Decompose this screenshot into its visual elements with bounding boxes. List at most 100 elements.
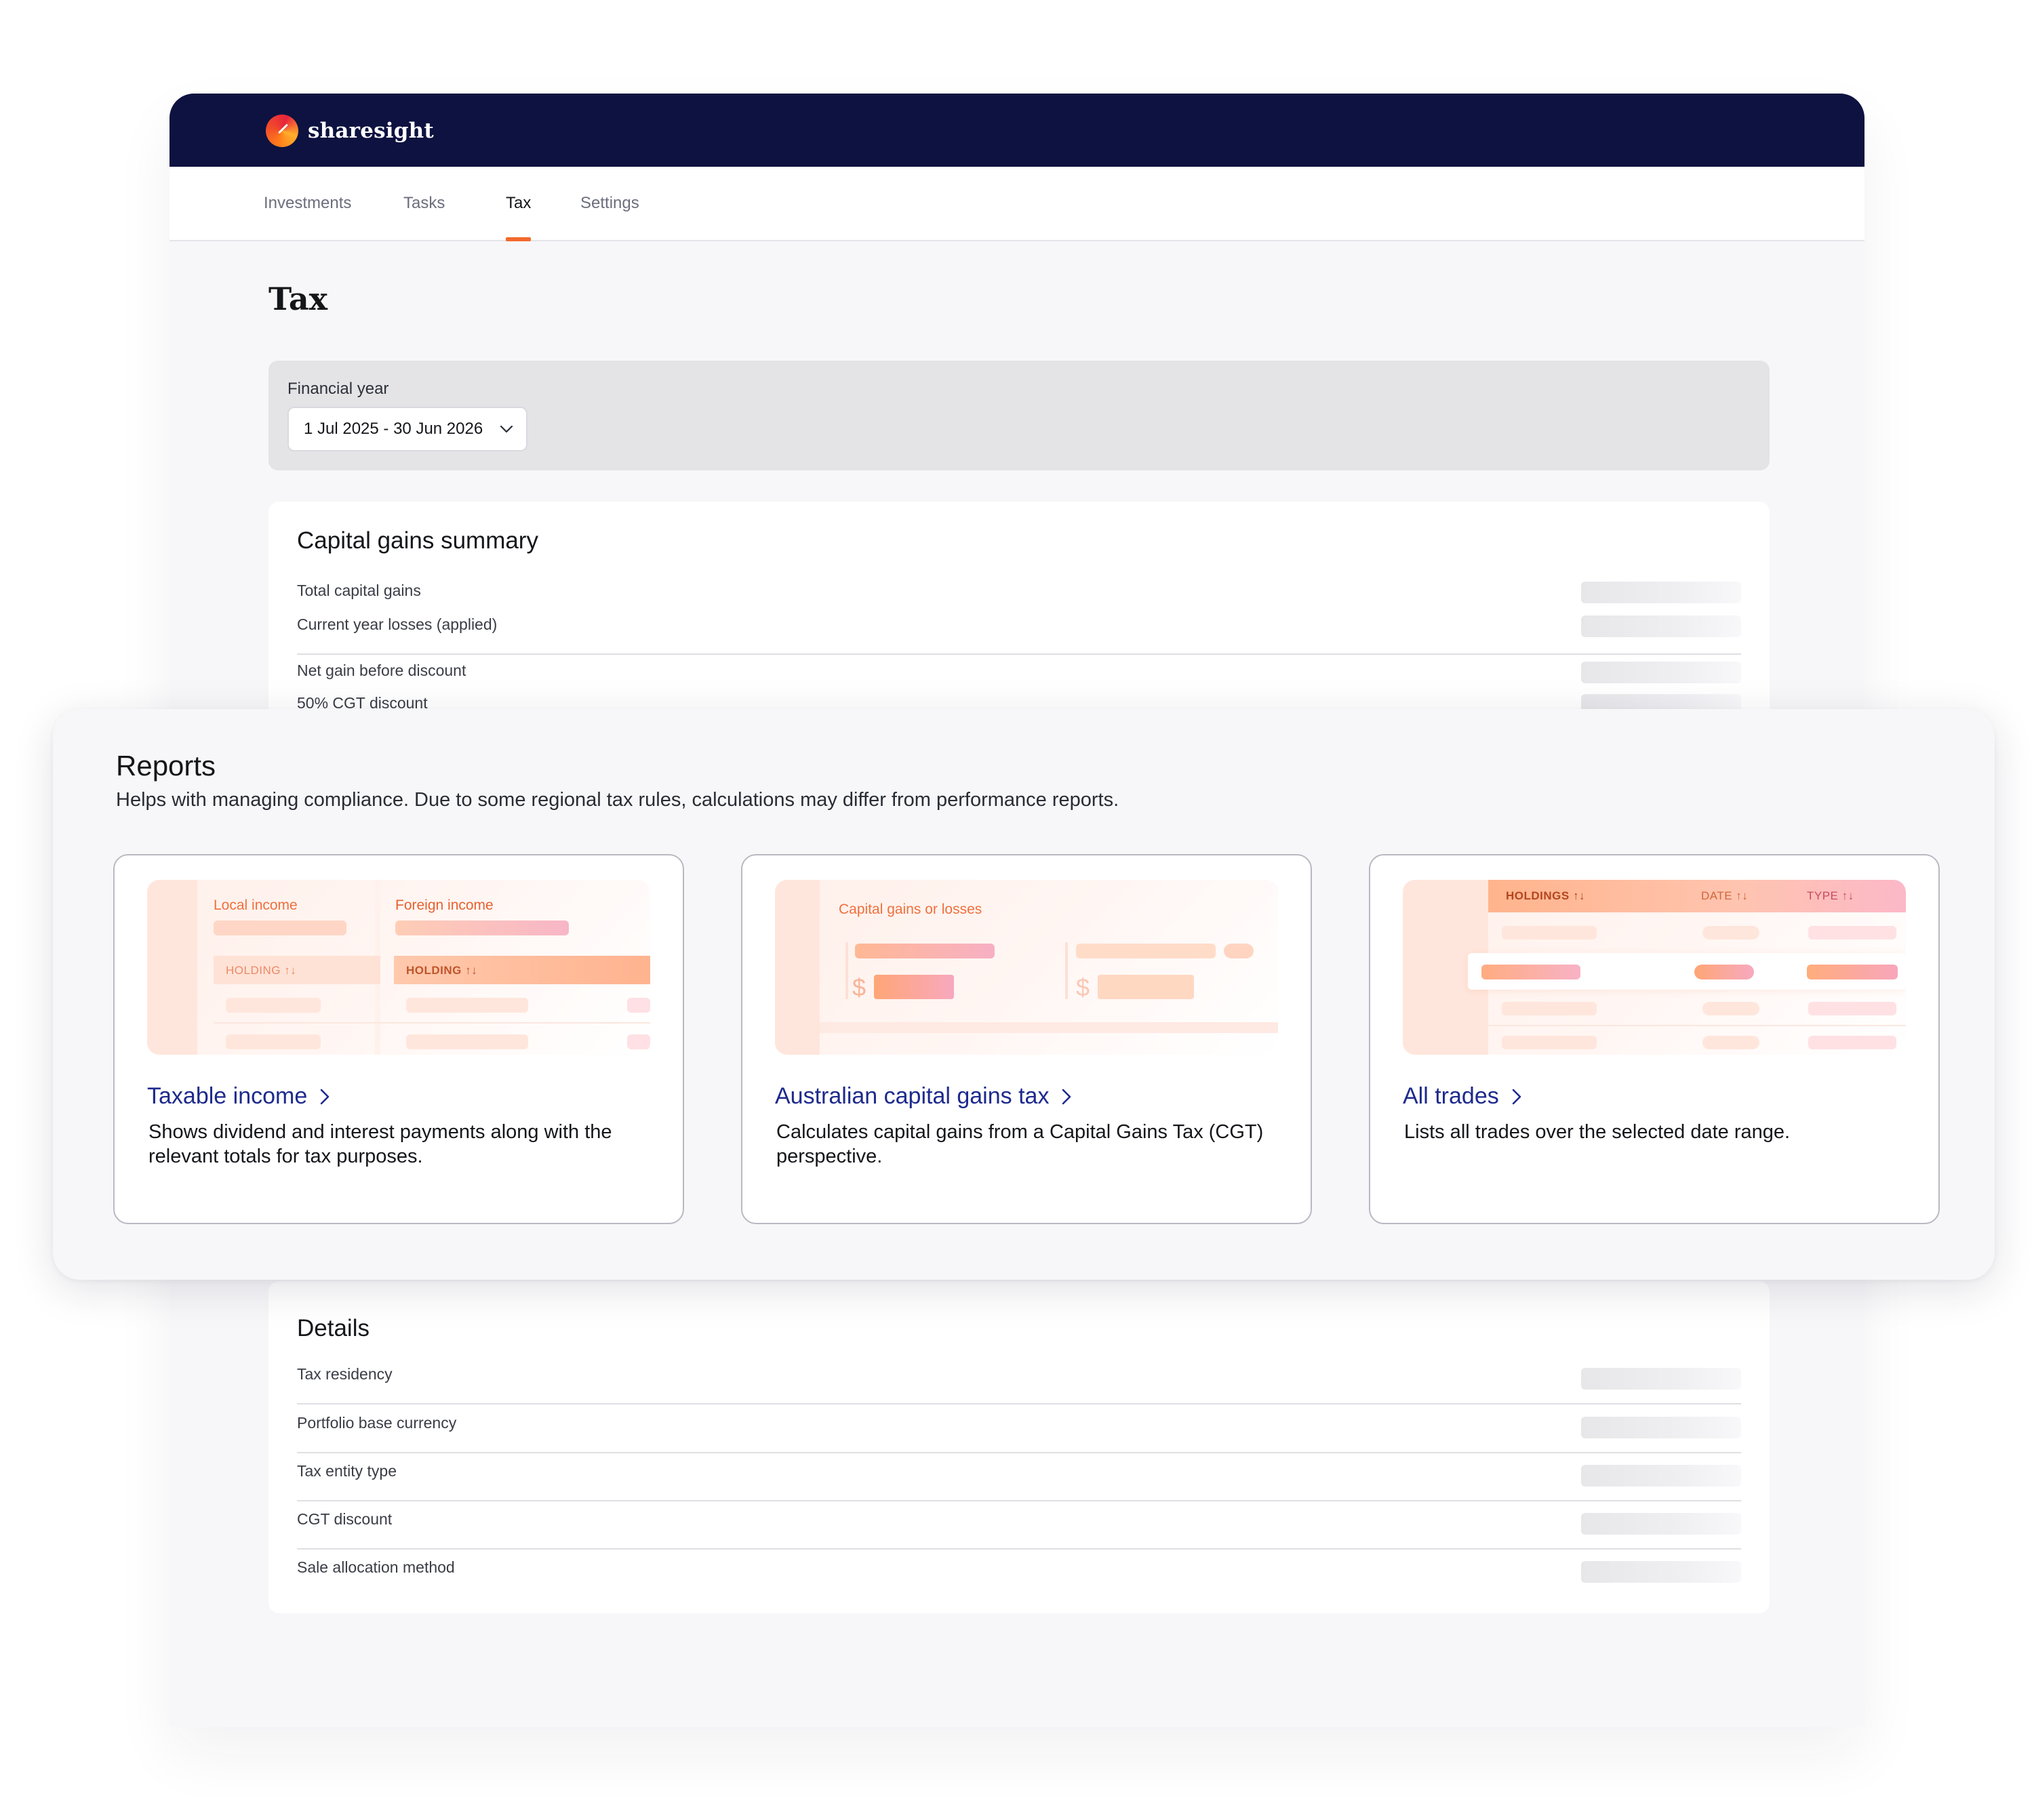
preview-bar xyxy=(1808,926,1896,939)
tab-tasks[interactable]: Tasks xyxy=(403,167,445,240)
australian-cgt-link[interactable]: Australian capital gains tax xyxy=(775,1083,1072,1110)
financial-year-label: Financial year xyxy=(287,380,389,398)
australian-cgt-link-label: Australian capital gains tax xyxy=(775,1083,1050,1109)
preview-label: Foreign income xyxy=(395,897,494,913)
preview-sidebar xyxy=(775,880,820,1055)
all-trades-link-label: All trades xyxy=(1403,1083,1499,1109)
summary-row-label: Net gain before discount xyxy=(297,662,466,679)
preview-bar xyxy=(627,1034,650,1049)
value-skeleton xyxy=(1581,1417,1741,1438)
preview-column-header-text: DATE ↑↓ xyxy=(1701,889,1749,902)
reports-title: Reports xyxy=(116,750,216,782)
taxable-income-preview: Local income Foreign income HOLDING ↑↓ H… xyxy=(147,880,650,1055)
preview-bar xyxy=(214,921,346,935)
divider xyxy=(297,653,1741,655)
all-trades-preview: HOLDINGS ↑↓ DATE ↑↓ TYPE ↑↓ xyxy=(1403,880,1906,1055)
report-card-australian-cgt[interactable]: Capital gains or losses $ $ Australian c… xyxy=(741,854,1312,1224)
cgt-preview: Capital gains or losses $ $ xyxy=(775,880,1278,1055)
preview-bar xyxy=(1702,1036,1759,1049)
preview-footer-bar xyxy=(820,1022,1278,1033)
tab-settings[interactable]: Settings xyxy=(580,167,639,240)
chevron-down-icon xyxy=(500,425,513,433)
preview-bar xyxy=(1702,1002,1759,1015)
sharesight-logo-icon xyxy=(266,115,298,147)
australian-cgt-description: Calculates capital gains from a Capital … xyxy=(776,1121,1264,1167)
all-trades-description: Lists all trades over the selected date … xyxy=(1404,1121,1791,1143)
details-card: Details Tax residency Portfolio base cur… xyxy=(268,1281,1770,1613)
taxable-income-description: Shows dividend and interest payments alo… xyxy=(148,1121,612,1167)
summary-row-label: Current year losses (applied) xyxy=(297,615,498,633)
summary-row-label: Total capital gains xyxy=(297,582,421,599)
preview-bar xyxy=(1808,1002,1896,1015)
preview-bar xyxy=(395,921,569,935)
preview-bar xyxy=(855,944,995,958)
app-header: sharesight xyxy=(170,94,1865,167)
financial-year-panel: Financial year 1 Jul 2025 - 30 Jun 2026 xyxy=(268,361,1770,470)
financial-year-select[interactable]: 1 Jul 2025 - 30 Jun 2026 xyxy=(287,407,527,451)
taxable-income-link-label: Taxable income xyxy=(147,1083,308,1109)
details-row-label: Portfolio base currency xyxy=(297,1414,457,1432)
preview-column-header-text: HOLDING ↑↓ xyxy=(226,964,297,977)
preview-bar xyxy=(1694,965,1754,979)
brand-name: sharesight xyxy=(308,119,434,143)
preview-value-bar xyxy=(874,975,954,999)
preview-row-divider xyxy=(214,1022,650,1024)
chevron-right-icon xyxy=(320,1089,330,1104)
divider xyxy=(297,1452,1741,1453)
preview-column-header-text: HOLDING ↑↓ xyxy=(406,964,478,977)
preview-bar xyxy=(1076,944,1216,958)
divider xyxy=(297,1548,1741,1550)
chevron-right-icon xyxy=(1062,1089,1071,1104)
preview-bar xyxy=(1807,965,1898,979)
preview-bar xyxy=(1502,1002,1597,1015)
preview-value-bar xyxy=(1098,975,1194,999)
preview-column-header-text: HOLDINGS ↑↓ xyxy=(1506,889,1585,902)
preview-column-header-text: TYPE ↑↓ xyxy=(1807,889,1854,902)
preview-bar xyxy=(406,1034,528,1049)
preview-sidebar xyxy=(147,880,197,1055)
financial-year-value: 1 Jul 2025 - 30 Jun 2026 xyxy=(304,420,483,438)
value-skeleton xyxy=(1581,1465,1741,1487)
details-row-label: CGT discount xyxy=(297,1510,393,1528)
value-skeleton xyxy=(1581,1513,1741,1535)
details-row-label: Tax entity type xyxy=(297,1462,397,1480)
logo[interactable]: sharesight xyxy=(266,114,434,148)
taxable-income-link[interactable]: Taxable income xyxy=(147,1083,330,1110)
currency-symbol: $ xyxy=(1076,973,1090,1001)
all-trades-link[interactable]: All trades xyxy=(1403,1083,1522,1110)
report-card-taxable-income[interactable]: Local income Foreign income HOLDING ↑↓ H… xyxy=(113,854,684,1224)
tab-investments[interactable]: Investments xyxy=(264,167,351,240)
preview-pill xyxy=(1224,944,1254,958)
details-row-label: Tax residency xyxy=(297,1365,393,1383)
preview-bar xyxy=(1481,965,1580,979)
preview-bar xyxy=(406,998,528,1013)
preview-row-divider xyxy=(1488,1025,1906,1026)
report-card-all-trades[interactable]: HOLDINGS ↑↓ DATE ↑↓ TYPE ↑↓ All trades L… xyxy=(1369,854,1940,1224)
details-row-label: Sale allocation method xyxy=(297,1558,455,1576)
preview-label: Local income xyxy=(214,897,298,913)
capital-gains-summary-title: Capital gains summary xyxy=(297,527,538,554)
tab-tax[interactable]: Tax xyxy=(506,167,532,241)
preview-bar xyxy=(627,998,650,1013)
reports-panel: Reports Helps with managing compliance. … xyxy=(53,709,1995,1280)
reports-subtitle: Helps with managing compliance. Due to s… xyxy=(116,789,1119,811)
preview-bar xyxy=(1502,926,1597,939)
value-skeleton xyxy=(1581,582,1741,603)
preview-label: Capital gains or losses xyxy=(839,902,982,917)
preview-bar xyxy=(1808,1036,1896,1049)
value-skeleton xyxy=(1581,1368,1741,1390)
divider xyxy=(297,1500,1741,1501)
value-skeleton xyxy=(1581,1561,1741,1583)
chevron-right-icon xyxy=(1512,1089,1521,1104)
divider xyxy=(297,1403,1741,1404)
value-skeleton xyxy=(1581,615,1741,637)
preview-bar xyxy=(1502,1036,1597,1049)
details-title: Details xyxy=(297,1315,370,1341)
preview-divider xyxy=(845,942,848,999)
main-nav: Investments Tasks Tax Settings xyxy=(170,167,1865,241)
preview-bar xyxy=(226,998,321,1013)
preview-divider xyxy=(1065,942,1068,999)
page-title: Tax xyxy=(268,281,328,317)
currency-symbol: $ xyxy=(852,973,866,1001)
preview-bar xyxy=(226,1034,321,1049)
